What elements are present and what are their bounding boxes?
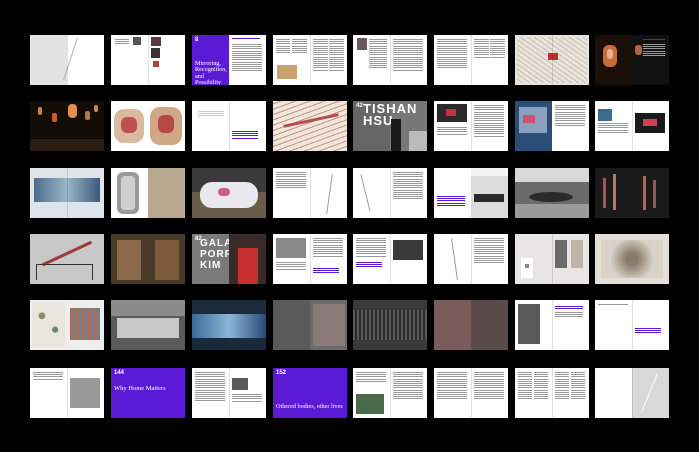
spread-r6c5[interactable] [353, 368, 427, 418]
spread-r3c4[interactable] [273, 168, 347, 218]
spread-r3c7[interactable] [515, 168, 589, 218]
spread-r3c3[interactable] [192, 168, 266, 218]
spread-r1c5[interactable] [353, 35, 427, 85]
spread-r5c5[interactable] [353, 300, 427, 350]
spread-r5c8[interactable] [595, 300, 669, 350]
spread-r1c8[interactable] [595, 35, 669, 85]
spread-grid: 8 Mirroring, Recognition, and Possibilit… [30, 35, 669, 418]
spread-r2c1[interactable] [30, 101, 104, 151]
spread-tishan-hsu[interactable]: 42 TISHAN HSU [353, 101, 427, 151]
spread-r3c2[interactable] [111, 168, 185, 218]
spread-r4c6[interactable] [434, 234, 508, 284]
essay-title: Othered bodies, other lives [276, 403, 343, 410]
spread-r4c2[interactable] [111, 234, 185, 284]
spread-r5c4[interactable] [273, 300, 347, 350]
spread-r1c2[interactable] [111, 35, 185, 85]
spread-r4c1[interactable] [30, 234, 104, 284]
spread-r4c5[interactable] [353, 234, 427, 284]
spread-r3c5[interactable] [353, 168, 427, 218]
artist-name: GALA PORRAS-KIM [200, 238, 254, 271]
spread-r2c3[interactable] [192, 101, 266, 151]
spread-r2c4[interactable] [273, 101, 347, 151]
spread-r5c3[interactable] [192, 300, 266, 350]
spread-r6c1[interactable] [30, 368, 104, 418]
essay-title: Why Home Matters [114, 385, 166, 392]
spread-r1c1[interactable] [30, 35, 104, 85]
spread-mirroring[interactable]: 8 Mirroring, Recognition, and Possibilit… [192, 35, 266, 85]
spread-othered-bodies[interactable]: 152 Othered bodies, other lives [273, 368, 347, 418]
spread-r3c1[interactable] [30, 168, 104, 218]
spread-gala-porras-kim[interactable]: 82 GALA PORRAS-KIM [192, 234, 266, 284]
spread-why-home-matters[interactable]: 144 Why Home Matters [111, 368, 185, 418]
spread-r1c7[interactable] [515, 35, 589, 85]
spread-r2c2[interactable] [111, 101, 185, 151]
page-number: 152 [276, 370, 287, 376]
spread-r2c6[interactable] [434, 101, 508, 151]
spread-r3c6[interactable] [434, 168, 508, 218]
page-number: 144 [114, 370, 125, 376]
spread-r5c1[interactable] [30, 300, 104, 350]
spread-r5c6[interactable] [434, 300, 508, 350]
spread-r1c4[interactable] [273, 35, 347, 85]
page-number: 8 [195, 37, 199, 43]
spread-r1c6[interactable] [434, 35, 508, 85]
spread-r5c7[interactable] [515, 300, 589, 350]
spread-r4c8[interactable] [595, 234, 669, 284]
page-number: 42 [356, 103, 363, 109]
spread-r4c7[interactable] [515, 234, 589, 284]
spread-r6c6[interactable] [434, 368, 508, 418]
spread-r2c8[interactable] [595, 101, 669, 151]
spread-r6c3[interactable] [192, 368, 266, 418]
spread-r2c7[interactable] [515, 101, 589, 151]
spread-r3c8[interactable] [595, 168, 669, 218]
spread-r6c7[interactable] [515, 368, 589, 418]
spread-r4c4[interactable] [273, 234, 347, 284]
spread-r5c2[interactable] [111, 300, 185, 350]
essay-title: Mirroring, Recognition, and Possibility [195, 60, 227, 85]
spread-r6c8[interactable] [595, 368, 669, 418]
